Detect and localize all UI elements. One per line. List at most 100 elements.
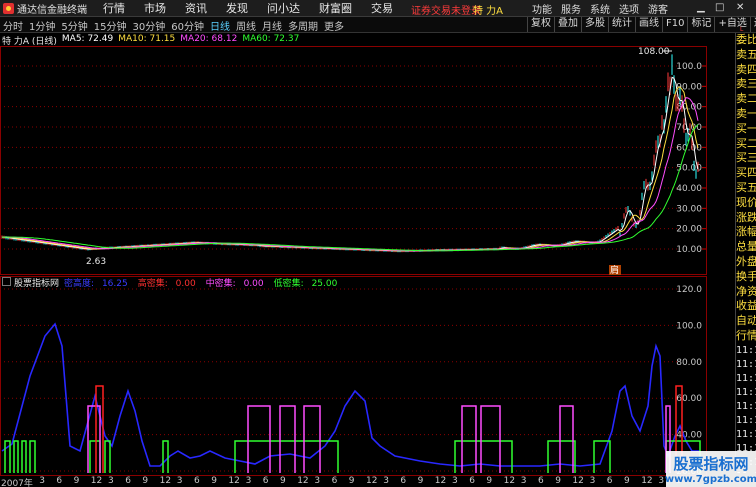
low-density-bar — [29, 440, 36, 473]
tab-30min[interactable]: 30分钟 — [131, 18, 166, 33]
main-ytick-label: 100.0 — [676, 62, 702, 72]
tab-5min[interactable]: 5分钟 — [60, 18, 88, 33]
quote-field-label[interactable]: 卖五 — [736, 48, 756, 63]
x-tick-label: 3 — [658, 476, 665, 486]
chart-canvas[interactable]: 100.090.0080.0070.0060.0050.0040.0030.00… — [0, 46, 707, 476]
close-icon[interactable]: ✕ — [736, 2, 744, 13]
quote-side-panel: 委比 卖五 卖四 卖三 卖二 卖一 买一 买二 买三 买四 买五 现价 涨跌 涨幅 总量 外盘 换手 净资 收益 自动… — [735, 33, 756, 473]
x-tick-label: 9 — [280, 476, 286, 486]
x-tick-label: 12 — [572, 476, 584, 486]
x-tick-label: 6 — [400, 476, 407, 486]
x-tick-label: 12 — [297, 476, 309, 486]
low-density-bar — [13, 440, 19, 473]
menu-ask[interactable]: 问小达 — [267, 0, 300, 16]
low-density-bar — [454, 440, 513, 473]
x-tick-label: 3 — [520, 476, 527, 486]
multi-stock-button[interactable]: 多股 — [581, 17, 608, 32]
menu-quotes[interactable]: 行情 — [103, 0, 125, 16]
minimize-icon[interactable]: ▁ — [697, 2, 705, 13]
menu-options[interactable]: 选项 — [619, 1, 639, 16]
ticker-section-label[interactable]: 行情 — [736, 329, 756, 344]
x-tick-label: 6 — [194, 476, 200, 486]
menu-wealth[interactable]: 财富圈 — [319, 0, 352, 16]
menu-function[interactable]: 功能 — [532, 1, 552, 16]
tab-more[interactable]: 更多 — [323, 18, 345, 33]
x-tick-label: 9 — [486, 476, 493, 486]
quote-field-label[interactable]: 涨跌 — [736, 211, 756, 226]
low-price-label: 2.63 — [86, 257, 106, 267]
x-tick-label: 12 — [641, 476, 653, 486]
x-tick-label: 9 — [73, 476, 80, 486]
menu-market[interactable]: 市场 — [144, 0, 166, 16]
tab-multi-period[interactable]: 多周期 — [287, 18, 319, 33]
quote-field-label[interactable]: 买二 — [736, 137, 756, 152]
x-tick-label: 3 — [39, 476, 45, 486]
x-tick-label: 3 — [589, 476, 596, 486]
menu-news[interactable]: 资讯 — [185, 0, 207, 16]
marker-text: 肩 — [610, 264, 619, 276]
x-tick-label: 3 — [245, 476, 252, 486]
tab-weekly[interactable]: 周线 — [235, 18, 257, 33]
quote-field-label[interactable]: 外盘 — [736, 255, 756, 270]
tab-1min[interactable]: 1分钟 — [28, 18, 56, 33]
x-tick-label: 6 — [469, 476, 475, 486]
login-warning[interactable]: 证券交易未登录 — [411, 2, 481, 17]
quote-field-label[interactable]: 卖一 — [736, 107, 756, 122]
right-menu: 功能 服务 系统 选项 游客 — [532, 1, 677, 16]
quote-field-label[interactable]: 买五 — [736, 181, 756, 196]
tick-time: 11:1 — [736, 386, 756, 398]
overlay-button[interactable]: 叠加 — [554, 17, 581, 32]
mid-density-bar — [461, 405, 477, 473]
quote-field-label[interactable]: 换手 — [736, 270, 756, 285]
x-tick-label: 6 — [56, 476, 63, 486]
mid-density-bar — [279, 405, 296, 473]
x-axis: 2007年 3 6 9 12 3 6 9 12 3 6 9 12 3 6 9 12 3 6 9 12 3 6 9 12 3 6 9 12… — [0, 475, 707, 487]
quote-field-label[interactable]: 卖四 — [736, 63, 756, 78]
quote-field-label[interactable]: 现价 — [736, 196, 756, 211]
quote-field-label[interactable]: 买一 — [736, 122, 756, 137]
menu-discover[interactable]: 发现 — [226, 0, 248, 16]
quote-field-label[interactable]: 委比 — [736, 33, 756, 48]
tab-60min[interactable]: 60分钟 — [170, 18, 205, 33]
mid-density-bar — [303, 405, 321, 473]
indicator-ytick-label: 100.0 — [676, 321, 702, 331]
tab-intraday[interactable]: 分时 — [2, 18, 24, 33]
quote-field-label[interactable]: 涨幅 — [736, 225, 756, 240]
maximize-icon[interactable]: □ — [715, 2, 724, 13]
tab-monthly[interactable]: 月线 — [261, 18, 283, 33]
menu-system[interactable]: 系统 — [590, 1, 610, 16]
main-ytick-label: 70.00 — [676, 123, 702, 133]
app-title: 通达信金融终端 — [17, 4, 87, 16]
quote-field-label[interactable]: 净资 — [736, 285, 756, 300]
chart-area[interactable]: 100.0 90.00 80.00 70.00 60.00 50.00 40.00 30.00… — [0, 46, 707, 476]
draw-line-button[interactable]: 画线 — [635, 17, 662, 32]
low-density-bar — [89, 440, 101, 473]
adjust-button[interactable]: 复权 — [527, 17, 554, 32]
quote-field-label[interactable]: 卖三 — [736, 77, 756, 92]
tab-daily[interactable]: 日线 — [209, 18, 231, 33]
mark-button[interactable]: 标记 — [687, 17, 714, 32]
indicator-name[interactable]: 股票指标网 — [14, 276, 59, 289]
tab-15min[interactable]: 15分钟 — [93, 18, 128, 33]
ticker-section-label[interactable]: 自动 — [736, 314, 756, 329]
f10-button[interactable]: F10 — [662, 17, 687, 32]
x-tick-label: 3 — [176, 476, 183, 486]
menu-service[interactable]: 服务 — [561, 1, 581, 16]
quote-field-label[interactable]: 买三 — [736, 151, 756, 166]
quote-field-label[interactable]: 买四 — [736, 166, 756, 181]
main-ytick-label: 30.00 — [676, 204, 702, 214]
statistics-button[interactable]: 统计 — [608, 17, 635, 32]
stock-label: 特 力A (日线) — [2, 37, 57, 47]
x-tick-label: 12 — [503, 476, 516, 486]
quote-field-label[interactable]: 收益 — [736, 299, 756, 314]
watermark: 股票指标网 www.7gpzb.com — [665, 451, 756, 487]
indicator-header: 股票指标网 密高度: 16.25 高密集: 0.00 中密集: 0.00 低密集… — [2, 276, 347, 289]
mid-density-bar — [559, 405, 574, 473]
menu-guest[interactable]: 游客 — [648, 1, 668, 16]
indicator-settings-icon[interactable] — [2, 277, 11, 286]
quote-field-label[interactable]: 卖二 — [736, 92, 756, 107]
quote-field-label[interactable]: 总量 — [736, 240, 756, 255]
x-tick-label: 6 — [262, 476, 269, 486]
x-tick-label: 2007年 — [1, 479, 33, 487]
menu-trade[interactable]: 交易 — [371, 0, 393, 16]
